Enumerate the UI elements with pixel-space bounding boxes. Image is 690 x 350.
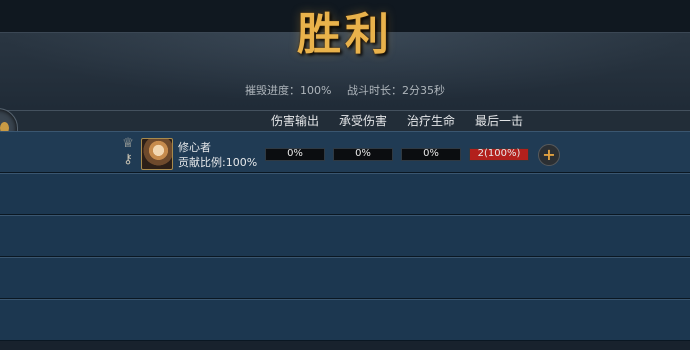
battle-stats: 摧毁进度：100% 战斗时长：2分35秒 xyxy=(0,82,690,98)
col-damage-output: 伤害输出 xyxy=(270,114,319,128)
col-healing: 治疗生命 xyxy=(406,114,455,128)
healing-value: 0% xyxy=(423,148,439,159)
damage-taken-value: 0% xyxy=(355,148,371,159)
empty-row xyxy=(0,257,690,299)
battle-duration: 战斗时长：2分35秒 xyxy=(346,84,445,97)
player-name: 修心者 xyxy=(178,141,211,154)
col-damage-taken: 承受伤害 xyxy=(338,114,387,128)
empty-row xyxy=(0,299,690,341)
victory-title: 胜利 xyxy=(297,9,393,60)
col-last-hit: 最后一击 xyxy=(474,114,523,128)
empty-row xyxy=(0,173,690,215)
contribution-ratio: 贡献比例:100% xyxy=(178,156,258,169)
empty-row xyxy=(0,215,690,257)
trophy-icon: ♕ ⚷ xyxy=(122,136,134,167)
last-hit-bar: 2(100%) xyxy=(469,148,529,161)
add-friend-button[interactable]: + xyxy=(538,144,560,166)
damage-output-value: 0% xyxy=(287,148,303,159)
healing-bar: 0% xyxy=(401,148,461,161)
last-hit-value: 2(100%) xyxy=(477,148,521,159)
destroy-progress: 摧毁进度：100% xyxy=(245,84,332,97)
damage-taken-bar: 0% xyxy=(333,148,393,161)
damage-output-bar: 0% xyxy=(265,148,325,161)
avatar[interactable] xyxy=(141,138,173,170)
